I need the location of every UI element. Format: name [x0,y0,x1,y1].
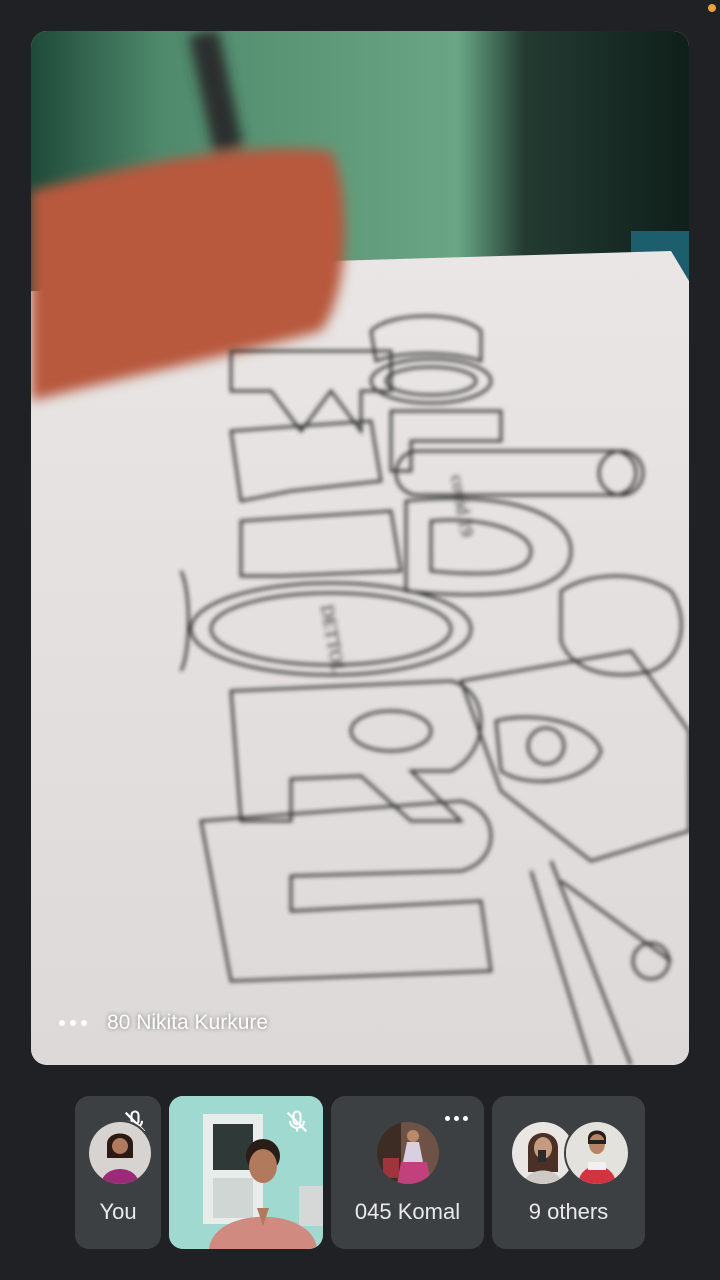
spotlight-video-tile[interactable]: covid 19 DETTOL 80 Nikita Kurkure [31,31,689,1065]
avatar-komal [375,1120,441,1186]
avatar-you [87,1120,153,1186]
participant-tile-you[interactable]: You [75,1096,161,1249]
more-options-icon[interactable] [59,1020,87,1026]
notification-dot [708,4,716,12]
mic-off-icon [286,1110,308,1133]
participant-label-others: 9 others [528,1199,609,1224]
participant-video-tile[interactable] [169,1096,323,1249]
participant-strip: You 045 Komal 9 others [0,1096,720,1250]
participant-label-you: You [99,1199,137,1224]
meet-call-screen: covid 19 DETTOL 80 Nikita Kurkure You 04… [0,0,720,1280]
avatar-other-2 [564,1120,630,1186]
more-options-icon[interactable] [445,1116,468,1121]
video-feed: covid 19 DETTOL [31,31,689,1065]
spotlight-participant-name: 80 Nikita Kurkure [107,1011,269,1034]
participant-tile-others[interactable]: 9 others [492,1096,645,1249]
spotlight-caption: 80 Nikita Kurkure [59,1011,268,1035]
participant-label-komal: 045 Komal [354,1199,461,1224]
participant-tile-komal[interactable]: 045 Komal [331,1096,484,1249]
